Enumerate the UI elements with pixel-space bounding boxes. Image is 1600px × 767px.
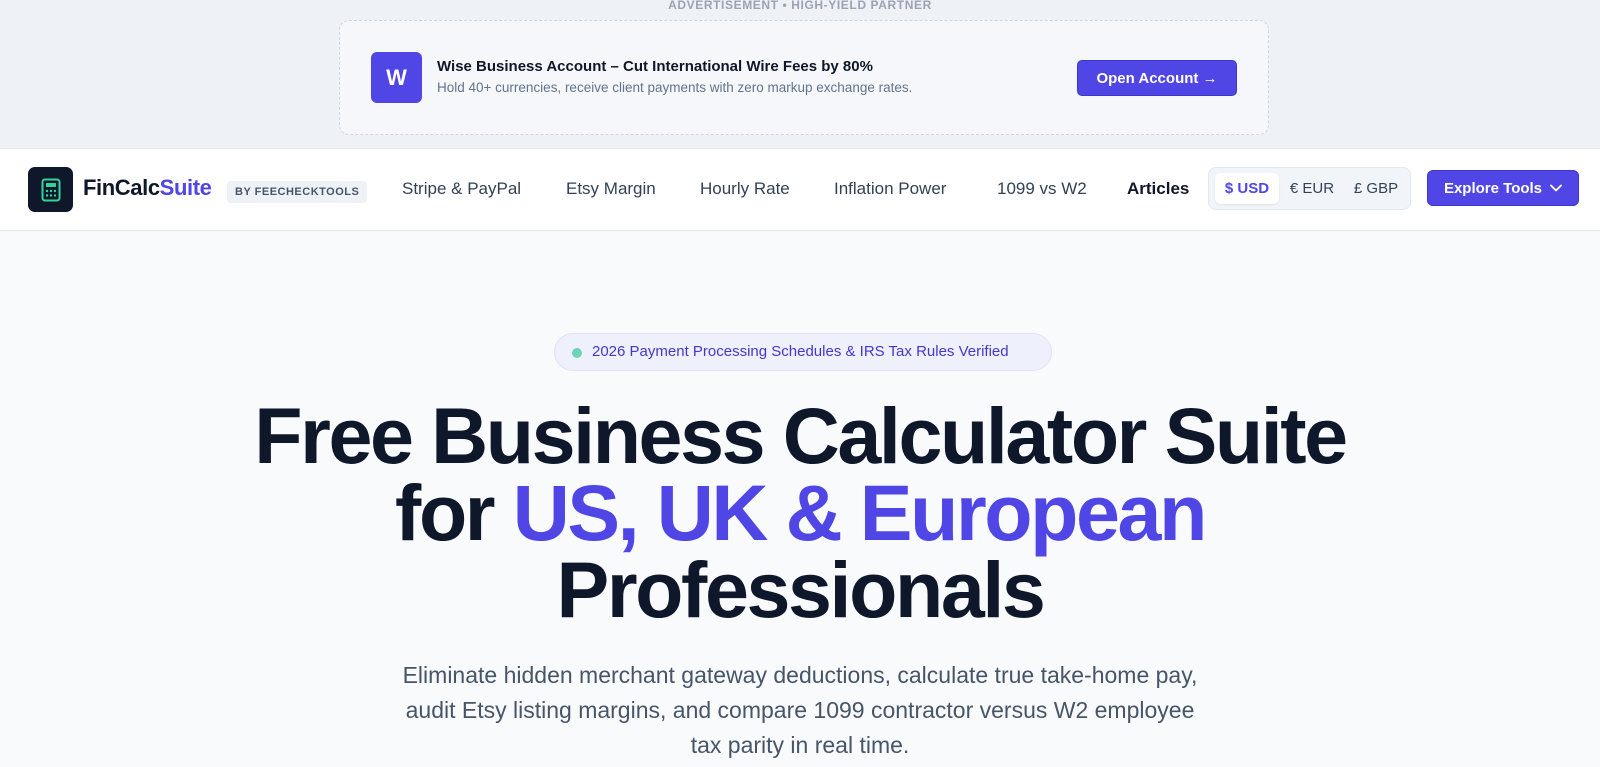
chevron-down-icon xyxy=(1550,184,1562,192)
verification-badge-text: 2026 Payment Processing Schedules & IRS … xyxy=(592,343,1009,360)
ad-kicker: ADVERTISEMENT • HIGH-YIELD PARTNER xyxy=(668,0,932,12)
nav-link-articles-clip: Articles xyxy=(1127,179,1189,203)
brand-by-badge: BY FEECHECKTOOLS xyxy=(227,181,368,203)
ad-banner: ADVERTISEMENT • HIGH-YIELD PARTNER W Wis… xyxy=(0,0,1600,148)
currency-gbp-button[interactable]: £ GBP xyxy=(1345,173,1407,204)
currency-switcher: $ USD € EUR £ GBP xyxy=(1208,167,1411,210)
open-account-button[interactable]: Open Account → xyxy=(1077,60,1237,96)
brand-name[interactable]: FinCalcSuite xyxy=(83,175,212,201)
hero-subtitle: Eliminate hidden merchant gateway deduct… xyxy=(0,658,1600,763)
site-header: FinCalcSuite BY FEECHECKTOOLS Stripe & P… xyxy=(0,148,1600,231)
nav-link-hourly-rate[interactable]: Hourly Rate xyxy=(700,179,790,199)
nav-link-etsy-margin[interactable]: Etsy Margin xyxy=(566,179,656,199)
brand-name-accent: Suite xyxy=(159,175,212,200)
status-dot-icon xyxy=(572,348,582,358)
currency-usd-button[interactable]: $ USD xyxy=(1215,173,1279,204)
ad-title: Wise Business Account – Cut Internationa… xyxy=(437,58,873,75)
hero-subtitle-line2: audit Etsy listing margins, and compare … xyxy=(405,697,1195,723)
hero-title-highlight: US, UK & European xyxy=(512,468,1208,557)
calculator-icon[interactable] xyxy=(28,167,73,212)
verification-badge: 2026 Payment Processing Schedules & IRS … xyxy=(554,333,1052,371)
nav-link-articles[interactable]: Articles xyxy=(1127,179,1189,199)
hero-subtitle-line3: tax parity in real time. xyxy=(690,732,910,758)
hero-title-for: for xyxy=(395,468,513,557)
ad-card[interactable]: W Wise Business Account – Cut Internatio… xyxy=(339,20,1269,135)
ad-logo: W xyxy=(371,52,422,103)
currency-eur-button[interactable]: € EUR xyxy=(1281,173,1343,204)
explore-tools-button[interactable]: Explore Tools xyxy=(1427,170,1579,206)
nav-link-1099-vs-w2[interactable]: 1099 vs W2 xyxy=(997,179,1087,199)
nav-link-inflation-power[interactable]: Inflation Power xyxy=(834,179,946,199)
nav-link-stripe-paypal[interactable]: Stripe & PayPal xyxy=(402,179,521,199)
hero-title-line1: Free Business Calculator Suite xyxy=(254,391,1348,480)
brand-name-primary: FinCalc xyxy=(83,175,160,200)
explore-tools-label: Explore Tools xyxy=(1443,179,1543,197)
ad-subtitle: Hold 40+ currencies, receive client paym… xyxy=(437,80,913,95)
hero-title-line3: Professionals xyxy=(556,545,1046,634)
hero-title: Free Business Calculator Suite for US, U… xyxy=(0,396,1600,629)
hero-subtitle-line1: Eliminate hidden merchant gateway deduct… xyxy=(402,662,1198,688)
